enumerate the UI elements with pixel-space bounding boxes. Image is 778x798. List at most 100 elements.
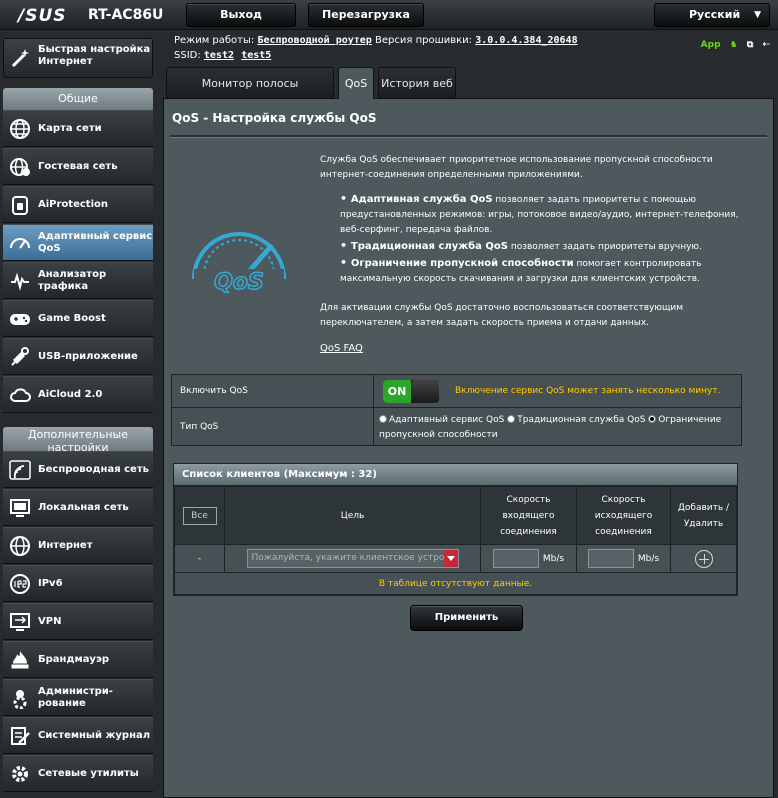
main-panel: QoS - Настройка службы QoS QoS Служба Qo…	[163, 98, 774, 798]
download-cell: Mb/s	[480, 544, 577, 573]
sidebar-item-network-map[interactable]: Карта сети	[3, 110, 153, 147]
sidebar-item-adaptive-qos[interactable]: Адаптивный сервис QoS	[3, 224, 153, 261]
sidebar-item-label: Системный журнал	[38, 729, 151, 741]
sidebar-item-label-line1: Администри-	[38, 685, 113, 697]
download-speed-input[interactable]	[492, 549, 539, 568]
language-select[interactable]: Русский ▼	[654, 3, 770, 27]
guest-globe-icon	[10, 158, 30, 176]
radio-traditional[interactable]: Традиционная служба QoS	[507, 415, 645, 425]
row-enable-qos: Включить QoS ON Включение сервис QoS мож…	[171, 374, 742, 408]
sidebar-item-label: Локальная сеть	[38, 501, 129, 513]
sidebar-item-vpn[interactable]: VPN	[3, 603, 153, 640]
toggle-on-label: ON	[383, 380, 411, 403]
sidebar-item-label: Карта сети	[38, 122, 102, 134]
sidebar-item-internet[interactable]: Интернет	[3, 527, 153, 564]
qos-faq-link[interactable]: QoS FAQ	[320, 343, 363, 354]
qos-toggle[interactable]: ON	[383, 380, 439, 403]
sidebar-item-label-line2: рование	[38, 697, 86, 709]
sidebar-item-label: USB-приложение	[38, 350, 138, 362]
radio-label: Традиционная служба QoS	[517, 415, 646, 425]
radio-label: Адаптивный сервис QoS	[389, 415, 505, 425]
sidebar-item-usb-app[interactable]: USB-приложение	[3, 338, 153, 375]
vpn-icon	[10, 613, 30, 631]
tab-bandwidth-monitor[interactable]: Монитор полосы пропускания	[166, 67, 334, 121]
tab-qos[interactable]: QoS	[338, 67, 374, 99]
sidebar-item-guest-network[interactable]: Гостевая сеть	[3, 148, 153, 185]
sidebar-header-advanced: Дополнительные настройки	[3, 427, 153, 451]
status-info: Режим работы: Беспроводной роутер Версия…	[166, 30, 776, 66]
radio-button[interactable]	[507, 415, 516, 423]
col-download-line3: соединения	[500, 526, 557, 537]
usb-icon[interactable]: ⧉	[747, 40, 753, 50]
app-icon[interactable]: App	[701, 40, 721, 50]
client-list-header: Список клиентов (Максимум : 32)	[174, 464, 737, 486]
sidebar-item-aicloud[interactable]: AiCloud 2.0	[3, 376, 153, 413]
sidebar-item-wireless[interactable]: Беспроводная сеть	[3, 451, 153, 488]
toggle-knob	[411, 380, 439, 403]
no-data-message: В таблице отсутствуют данные.	[174, 572, 737, 595]
gamepad-icon	[10, 314, 30, 325]
sidebar-item-label: VPN	[38, 615, 62, 627]
col-action: Добавить / Удалить	[670, 486, 737, 545]
radio-adaptive[interactable]: Адаптивный сервис QoS	[379, 415, 504, 425]
sidebar-item-traffic-analyzer[interactable]: Анализатор трафика	[3, 262, 153, 299]
divider	[170, 135, 767, 138]
reboot-button[interactable]: Перезагрузка	[308, 3, 424, 27]
target-cell: Пожалуйста, укажите клиентское устройств…	[224, 544, 481, 573]
user-icon[interactable]: ♞	[730, 40, 738, 50]
enable-note: Включение сервис QoS может занять нескол…	[455, 386, 721, 396]
col-upload-line2: исходящего	[594, 510, 653, 521]
sidebar-item-label: Гостевая сеть	[38, 160, 118, 172]
sidebar-item-game-boost[interactable]: Game Boost	[3, 300, 153, 337]
qos-type-radios: Адаптивный сервис QoS Традиционная служб…	[379, 413, 741, 443]
firmware-link[interactable]: 3.0.0.4.384_20648	[475, 35, 577, 46]
apply-button[interactable]: Применить	[410, 605, 523, 631]
fire-icon	[10, 651, 30, 670]
globe-icon	[10, 536, 30, 556]
firmware-label: Версия прошивки:	[375, 35, 473, 46]
sidebar-item-label: AiProtection	[38, 198, 108, 210]
lock-icon	[12, 196, 28, 215]
upload-speed-input[interactable]	[587, 549, 634, 568]
ssid-label: SSID:	[174, 50, 201, 61]
network-icon[interactable]: ⇠	[762, 40, 770, 50]
monitor-icon	[10, 499, 30, 517]
radio-button[interactable]	[648, 415, 657, 423]
mode-label: Режим работы:	[174, 35, 255, 46]
dropdown-arrow-icon[interactable]	[443, 550, 458, 567]
sidebar-item-ipv6[interactable]: IPv6	[3, 565, 153, 602]
sidebar-item-aiprotection[interactable]: AiProtection	[3, 186, 153, 223]
select-all-button[interactable]: Все	[182, 506, 217, 525]
ssid-2g-link[interactable]: test2	[204, 50, 234, 61]
tab-web-history[interactable]: История веб	[378, 67, 456, 99]
activation-text: Для активации службы QoS достаточно восп…	[320, 303, 684, 328]
chevron-down-icon: ▼	[754, 10, 761, 20]
tools-icon	[12, 766, 28, 782]
logout-button[interactable]: Выход	[186, 3, 296, 27]
sidebar-item-lan[interactable]: Локальная сеть	[3, 489, 153, 526]
language-value: Русский	[689, 8, 741, 21]
bullet-bandwidth-limit: Ограничение пропускной способности помог…	[340, 255, 760, 287]
sidebar-item-label: Сетевые утилиты	[38, 767, 139, 779]
sidebar-item-administration[interactable]: Администри-рование	[3, 679, 153, 716]
bullet-bold: Ограничение пропускной способности	[350, 258, 574, 269]
add-icon[interactable]	[694, 549, 713, 568]
quick-setup-line1: Быстрая настройка	[38, 44, 151, 55]
top-bar: /SUS RT-AC86U Выход Перезагрузка Русский…	[0, 0, 778, 30]
wand-icon	[11, 49, 29, 68]
description: Служба QoS обеспечивает приоритетное исп…	[320, 153, 760, 345]
radio-button[interactable]	[379, 415, 387, 423]
wifi-icon	[9, 460, 31, 480]
ssid-5g-link[interactable]: test5	[241, 50, 271, 61]
sidebar-item-firewall[interactable]: Брандмауэр	[3, 641, 153, 678]
client-device-input[interactable]: Пожалуйста, укажите клиентское устройств…	[246, 549, 459, 568]
sidebar-item-system-log[interactable]: Системный журнал	[3, 717, 153, 754]
client-table: Все Цель Скорость входящего соединения С…	[174, 486, 737, 595]
col-upload: Скорость исходящего соединения	[576, 486, 671, 545]
sidebar-item-network-tools[interactable]: Сетевые утилиты	[3, 755, 153, 792]
sidebar-item-quick-setup[interactable]: Быстрая настройка Интернет	[3, 38, 153, 78]
speedometer-icon	[10, 238, 30, 249]
page-title: QoS - Настройка службы QoS	[172, 111, 377, 125]
sidebar: Быстрая настройка Интернет Общие Карта се…	[0, 30, 156, 798]
mode-link[interactable]: Беспроводной роутер	[257, 35, 371, 46]
